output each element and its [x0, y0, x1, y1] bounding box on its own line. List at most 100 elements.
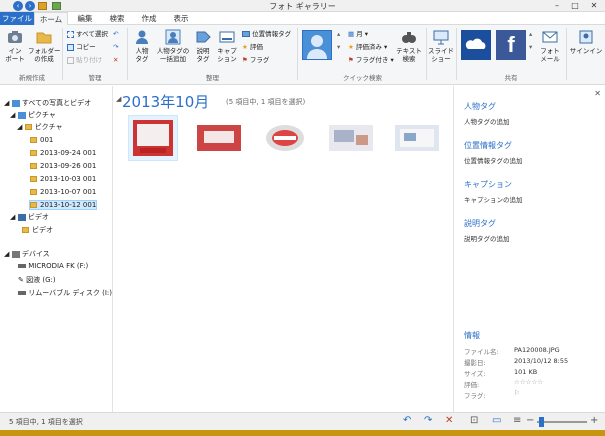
photos-icon	[11, 99, 20, 107]
photo-thumbnail[interactable]	[194, 115, 244, 161]
tab-create[interactable]: 作成	[134, 12, 164, 25]
tab-home[interactable]: ホーム	[34, 12, 68, 25]
copy-button[interactable]: コピー	[67, 43, 96, 52]
tree-drive[interactable]: MICRODIA FK (F:)	[18, 262, 88, 270]
maximize-button[interactable]: □	[566, 0, 584, 12]
month-filter[interactable]: ▦ 月 ▾	[348, 30, 368, 39]
caption-button[interactable]: キャプ ション	[215, 29, 239, 63]
rotate-left-icon[interactable]: ↶	[403, 415, 411, 426]
ribbon-tabs: ファイル ホーム 編集 検索 作成 表示	[0, 12, 605, 25]
ribbon: イン ポート フォルダー の作成 新規作成 すべて選択 コピー 貼り付け ↶ ↷…	[0, 25, 605, 85]
info-icon[interactable]: ⊡	[470, 415, 478, 426]
photo-thumbnail[interactable]	[128, 115, 178, 161]
signin-button[interactable]: サインイン	[568, 29, 604, 55]
new-folder-label: フォルダー の作成	[28, 47, 61, 63]
paste-icon	[67, 56, 74, 64]
delete-icon[interactable]: ✕	[113, 56, 118, 65]
close-button[interactable]: ✕	[585, 0, 603, 12]
tree-folder[interactable]: 2013-10-07 001	[30, 188, 96, 196]
tree-devices[interactable]: ◢ デバイス	[4, 249, 50, 259]
group-new: 新規作成	[19, 74, 45, 82]
details-icon[interactable]: ≡	[513, 415, 521, 426]
ribbon-divider	[62, 28, 63, 80]
zoom-in-icon[interactable]: +	[590, 415, 598, 426]
people-tag-add[interactable]: 人物タグの追加	[464, 116, 510, 126]
tree-folder[interactable]: 2013-09-26 001	[30, 162, 96, 170]
tree-folder[interactable]: 2013-10-03 001	[30, 175, 96, 183]
calendar-icon: ▦	[348, 30, 355, 38]
geo-tag-button[interactable]: 位置情報タグ	[242, 30, 291, 39]
tab-file[interactable]: ファイル	[0, 12, 34, 25]
people-filter-button[interactable]	[302, 30, 332, 60]
people-tag-button[interactable]: 人物 タグ	[130, 29, 154, 63]
rotate-right-icon[interactable]: ↷	[424, 415, 432, 426]
rotate-left-icon[interactable]: ↶	[113, 30, 118, 39]
people-batch-button[interactable]: 人物タグの 一括追加	[155, 29, 191, 63]
onedrive-button[interactable]	[461, 30, 491, 60]
text-search-button[interactable]: テキスト 検索	[394, 29, 424, 63]
rotate-right-icon[interactable]: ↷	[113, 43, 118, 52]
title-bar: ‹ › フォト ギャラリー – □ ✕	[0, 0, 605, 12]
zoom-slider[interactable]	[537, 421, 587, 423]
select-all-button[interactable]: すべて選択	[67, 30, 108, 39]
tree-pictures[interactable]: ◢ ピクチャ	[10, 110, 56, 120]
tree-folder[interactable]: 2013-09-24 001	[30, 149, 96, 157]
photo-thumbnail[interactable]	[326, 115, 376, 161]
flag-key: フラグ:	[464, 392, 486, 400]
tree-folder-selected[interactable]: 2013-10-12 001	[29, 200, 98, 210]
photo-mail-label: フォト メール	[540, 47, 560, 63]
people-tag-heading: 人物タグ	[464, 102, 496, 111]
close-pane-icon[interactable]: ✕	[594, 89, 601, 98]
tree-devices-label: デバイス	[21, 250, 50, 258]
photo-grid: ◢ 2013年10月 (5 項目中, 1 項目を選択)	[114, 86, 452, 412]
tree-folder[interactable]: 001	[30, 136, 53, 144]
person-tag-icon	[165, 29, 181, 45]
tree-video-lib-label: ビデオ	[32, 226, 53, 234]
ribbon-divider	[297, 28, 298, 80]
tree-drive[interactable]: リムーバブル ディスク (I:)	[18, 288, 112, 298]
zoom-slider-thumb[interactable]	[539, 417, 544, 427]
flag-button[interactable]: ⚑ フラグ	[242, 56, 269, 65]
collapse-icon[interactable]: ◢	[116, 95, 121, 103]
date-value: 2013/10/12 8:55	[514, 357, 569, 365]
paste-button[interactable]: 貼り付け	[67, 56, 102, 65]
rated-filter[interactable]: ★ 評価済み ▾	[348, 43, 387, 52]
flagged-label: フラグ付き	[355, 56, 389, 64]
ribbon-divider	[456, 28, 457, 80]
tree-drive[interactable]: ✎ 図液 (G:)	[18, 275, 56, 285]
import-button[interactable]: イン ポート	[3, 29, 27, 63]
tab-view[interactable]: 表示	[166, 12, 196, 25]
scroll-up-icon[interactable]: ▴	[337, 30, 340, 39]
new-folder-button[interactable]: フォルダー の作成	[28, 29, 61, 63]
scroll-down-icon[interactable]: ▾	[337, 43, 340, 52]
tree-video-lib[interactable]: ビデオ	[22, 225, 53, 235]
slideshow-button[interactable]: スライド ショー	[428, 29, 454, 63]
photo-mail-button[interactable]: フォト メール	[537, 29, 563, 63]
tree-pictures-lib[interactable]: ◢ ピクチャ	[17, 122, 63, 132]
tree-video[interactable]: ◢ ビデオ	[10, 212, 49, 222]
geo-tag-add[interactable]: 位置情報タグの追加	[464, 155, 523, 165]
tab-search[interactable]: 検索	[102, 12, 132, 25]
scroll-down-icon[interactable]: ▾	[529, 43, 532, 52]
folder-icon	[24, 124, 32, 130]
caption-tag-button[interactable]: 説明 タグ	[192, 29, 214, 63]
delete-icon[interactable]: ✕	[445, 415, 453, 426]
photo-thumbnail[interactable]	[392, 115, 442, 161]
tree-all-photos[interactable]: ◢ すべての写真とビデオ	[4, 98, 91, 108]
filename-value: PA120008.JPG	[514, 346, 560, 354]
person-icon	[136, 30, 148, 44]
tab-edit[interactable]: 編集	[70, 12, 100, 25]
desc-tag-add[interactable]: 説明タグの追加	[464, 233, 510, 243]
zoom-out-icon[interactable]: −	[526, 415, 534, 426]
flag-toggle[interactable]: ⚐	[514, 389, 520, 397]
flagged-filter[interactable]: ⚑ フラグ付き ▾	[348, 56, 394, 65]
slideshow-icon[interactable]: ▭	[492, 415, 501, 426]
photo-thumbnail[interactable]	[260, 115, 310, 161]
rating-button[interactable]: ★ 評価	[242, 43, 263, 52]
signin-label: サインイン	[569, 47, 603, 55]
minimize-button[interactable]: –	[548, 0, 566, 12]
scroll-up-icon[interactable]: ▴	[529, 30, 532, 39]
caption-add[interactable]: キャプションの追加	[464, 194, 523, 204]
rating-stars[interactable]: ☆☆☆☆☆	[514, 378, 543, 386]
facebook-button[interactable]: f	[496, 30, 526, 60]
